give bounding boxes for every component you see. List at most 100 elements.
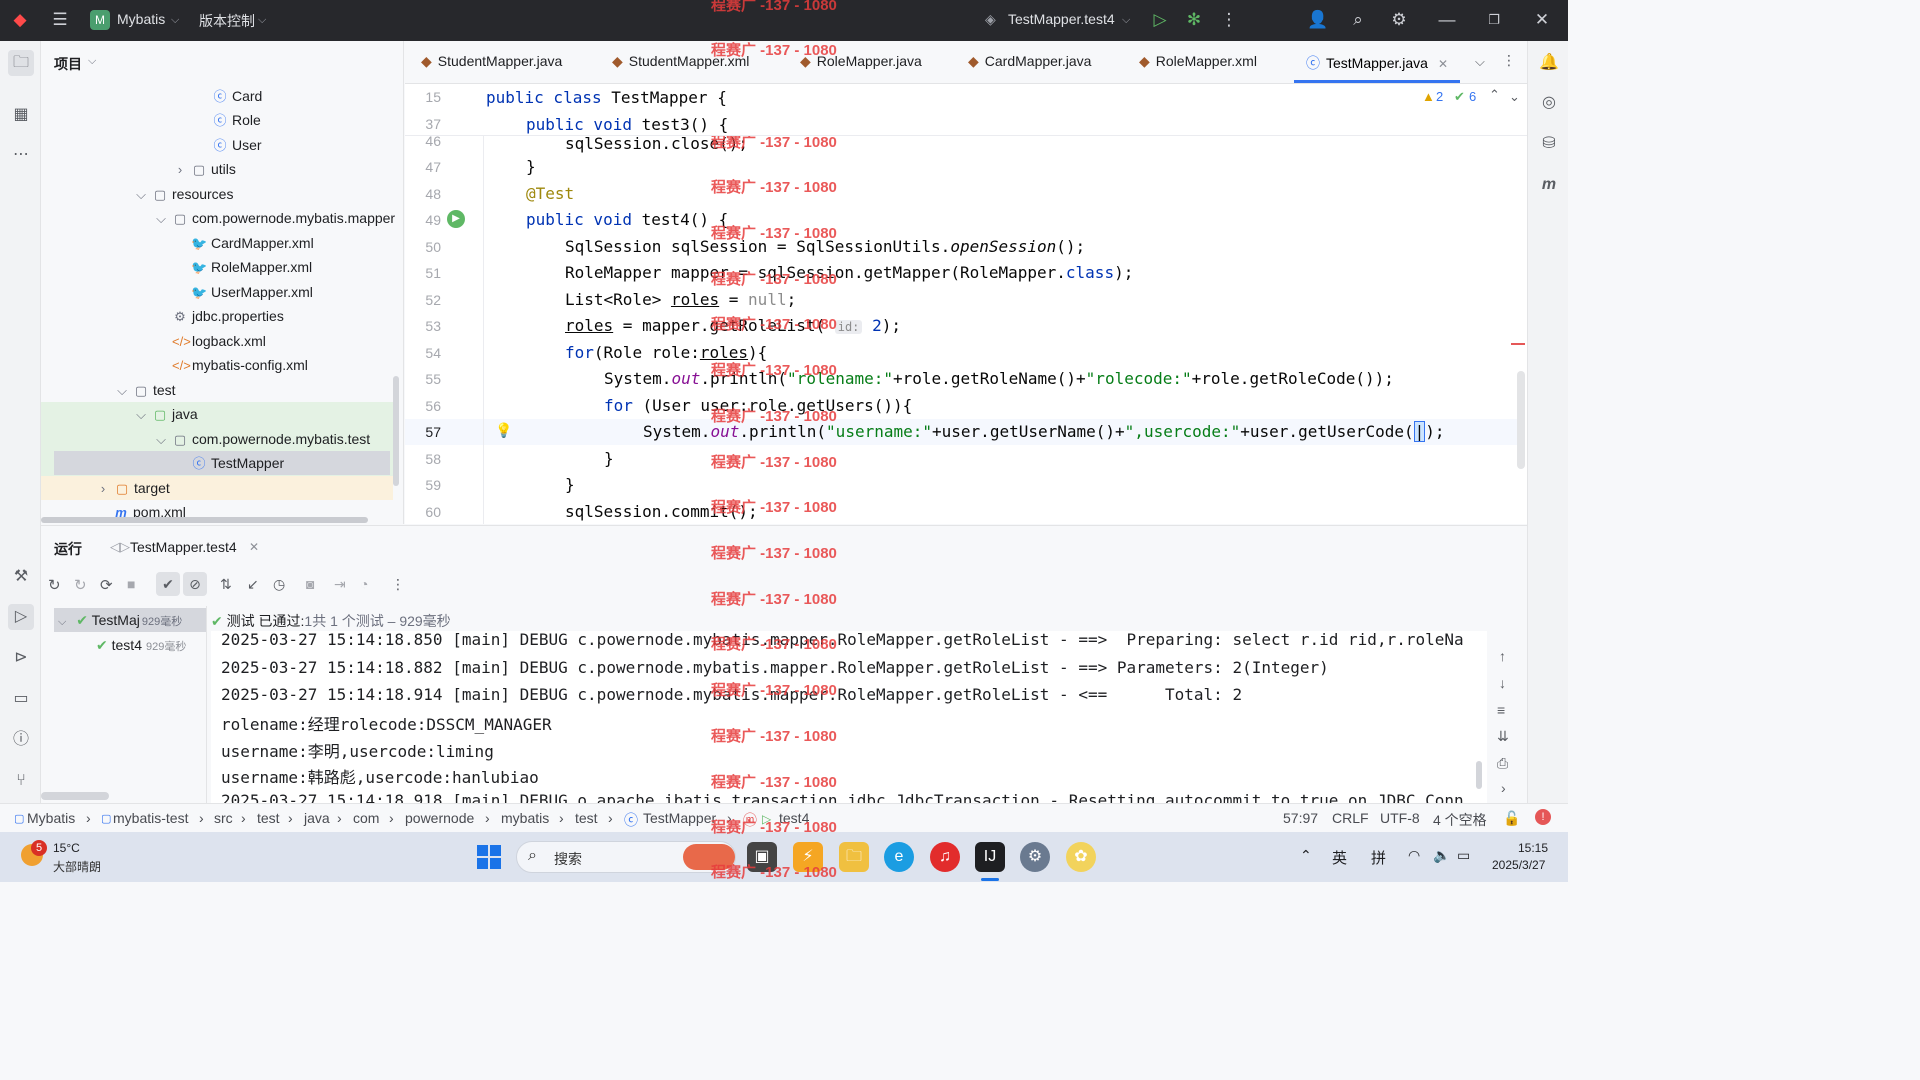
temperature[interactable]: 15°C	[53, 841, 80, 855]
edge-icon[interactable]: e	[884, 842, 914, 872]
project-badge[interactable]: M	[90, 10, 110, 30]
search-icon[interactable]: ⌕	[1347, 9, 1369, 31]
chevron-down-icon[interactable]: ⌵	[58, 616, 66, 628]
minimize-icon[interactable]: —	[1436, 9, 1458, 31]
terminal-icon[interactable]: ▭	[8, 686, 34, 712]
scroll-to-end-icon[interactable]: ⇊	[1497, 728, 1509, 745]
breadcrumb-item[interactable]: test	[257, 810, 280, 826]
ime-language[interactable]: 英	[1332, 847, 1347, 868]
test-tree-item[interactable]: ✔ test4 929毫秒	[96, 637, 186, 654]
file-encoding[interactable]: UTF-8	[1380, 810, 1420, 826]
more-actions-icon[interactable]: ⋮	[1218, 9, 1240, 31]
task-view-icon[interactable]: ▣	[747, 842, 777, 872]
chevron-down-icon[interactable]: ⌵	[171, 14, 179, 27]
git-icon[interactable]: ⑂	[8, 768, 34, 794]
chevron-right-icon[interactable]: ›	[1501, 780, 1506, 796]
main-menu-icon[interactable]: ☰	[49, 9, 71, 31]
tab-cardmapper-java[interactable]: ◆ CardMapper.java	[968, 53, 1091, 70]
tab-more-icon[interactable]: ⋮	[1502, 52, 1516, 69]
editor-scrollbar[interactable]	[1517, 371, 1525, 469]
tree-item[interactable]: </>mybatis-config.xml	[172, 353, 308, 377]
breadcrumb-item[interactable]: mybatis	[501, 810, 549, 826]
app-icon[interactable]: ✿	[1066, 842, 1096, 872]
problems-icon[interactable]: ⓘ	[8, 727, 34, 753]
tree-item-selected[interactable]: ⓒ TestMapper	[191, 451, 284, 475]
intention-bulb-icon[interactable]: 💡	[495, 422, 512, 439]
chevron-down-icon[interactable]: ⌵	[154, 207, 168, 231]
chevron-down-icon[interactable]: ⌵	[134, 403, 148, 427]
tree-item[interactable]: ⚙ jdbc.properties	[172, 304, 284, 328]
tree-item[interactable]: 🐦 RoleMapper.xml	[191, 255, 312, 279]
run-icon[interactable]: ▷	[1149, 9, 1171, 31]
tab-testmapper-java[interactable]: ⓒ TestMapper.java ✕	[1306, 53, 1448, 73]
wifi-icon[interactable]: ◠	[1408, 847, 1420, 864]
test-tree-root[interactable]: ⌵ ✔ TestMaj 929毫秒	[58, 612, 182, 629]
code-editor[interactable]: 15 37 public class TestMapper { public v…	[405, 84, 1527, 524]
close-tab-icon[interactable]: ✕	[249, 540, 259, 554]
tab-rolemapper-xml[interactable]: ◆ RoleMapper.xml	[1139, 53, 1257, 70]
tree-item[interactable]: ⌵ ▢ java	[134, 402, 198, 426]
export-icon[interactable]: ⇥	[334, 576, 346, 593]
next-highlight-icon[interactable]: ⌄	[1509, 89, 1520, 105]
services-icon[interactable]: ⊳	[8, 645, 34, 671]
chevron-down-icon[interactable]: ⌵	[88, 55, 96, 68]
coverage-icon[interactable]: ◔	[360, 576, 368, 592]
chevron-down-icon[interactable]: ⌵	[258, 14, 266, 27]
scroll-down-icon[interactable]: ↓	[1499, 675, 1506, 691]
breadcrumb-item[interactable]: Mybatis	[27, 810, 75, 826]
settings-icon[interactable]: ⚙	[1388, 9, 1410, 31]
volume-icon[interactable]: 🔈	[1433, 847, 1450, 864]
breadcrumb-item[interactable]: mybatis-test	[113, 810, 188, 826]
tree-item[interactable]: ⌵ ▢ com.powernode.mybatis.test	[154, 427, 370, 451]
breadcrumb-item[interactable]: com	[353, 810, 379, 826]
debug-icon[interactable]: ✻	[1183, 9, 1205, 31]
caret-position[interactable]: 57:97	[1283, 810, 1318, 826]
run-config-selector[interactable]: TestMapper.test4	[1008, 11, 1115, 27]
tab-studentmapper-xml[interactable]: ◆ StudentMapper.xml	[612, 53, 749, 70]
tab-studentmapper-java[interactable]: ◆ StudentMapper.java	[421, 53, 562, 70]
stop-icon[interactable]: ■	[127, 576, 135, 592]
tab-rolemapper-java[interactable]: ◆ RoleMapper.java	[800, 53, 922, 70]
close-tab-icon[interactable]: ✕	[1438, 57, 1448, 71]
battery-icon[interactable]: ▭	[1457, 847, 1470, 864]
build-icon[interactable]: ⚒	[8, 564, 34, 590]
tree-item[interactable]: ⌵ ▢ test	[115, 378, 176, 402]
splitter[interactable]	[206, 606, 207, 803]
sort-icon[interactable]: ⇅	[220, 576, 232, 593]
tree-item[interactable]: ⌵ ▢ com.powernode.mybatis.mapper	[154, 206, 395, 230]
tree-item[interactable]: 🐦 UserMapper.xml	[191, 280, 313, 304]
tree-item[interactable]: ⌵ ▢ resources	[134, 182, 233, 206]
tree-item[interactable]: 🐦 CardMapper.xml	[191, 231, 314, 255]
indent-setting[interactable]: 4 个空格	[1433, 810, 1487, 830]
previous-highlight-icon[interactable]: ⌃	[1489, 87, 1500, 103]
line-separator[interactable]: CRLF	[1332, 810, 1369, 826]
run-test-gutter-icon[interactable]: ▶	[447, 210, 465, 228]
print-icon[interactable]: ⎙	[1497, 755, 1508, 772]
error-stripe-marker[interactable]	[1511, 343, 1525, 345]
chevron-down-icon[interactable]: ⌵	[154, 428, 168, 452]
file-explorer-icon[interactable]: 🗀	[839, 842, 869, 872]
run-panel-title[interactable]: 运行	[54, 539, 82, 559]
windows-start-icon[interactable]	[477, 845, 501, 869]
more-tools-icon[interactable]: ⋯	[8, 142, 34, 168]
maven-m-icon[interactable]: m	[1536, 172, 1562, 198]
breadcrumb-item[interactable]: powernode	[405, 810, 474, 826]
tree-item[interactable]: ⓒ User	[212, 133, 261, 157]
readonly-lock-icon[interactable]: 🔓	[1503, 810, 1520, 827]
chevron-right-icon[interactable]: ›	[96, 477, 110, 501]
show-passed-icon[interactable]: ✔	[156, 572, 180, 596]
structure-icon[interactable]: ▦	[8, 102, 34, 128]
rerun-icon[interactable]: ↻	[48, 576, 61, 594]
rerun-failed-icon[interactable]: ↻	[74, 576, 87, 594]
chevron-down-icon[interactable]: ⌵	[115, 379, 129, 403]
tray-chevron-up-icon[interactable]: ⌃	[1300, 847, 1312, 864]
warning-icon[interactable]: ▲	[1422, 89, 1435, 104]
test-tree-scrollbar[interactable]	[41, 792, 109, 800]
clock-time[interactable]: 15:15	[1518, 841, 1548, 855]
check-icon[interactable]: ✔	[1454, 89, 1465, 105]
project-panel-title[interactable]: 项目	[54, 54, 82, 74]
toggle-auto-test-icon[interactable]: ⟳	[100, 576, 113, 594]
tree-item[interactable]: › ▢ target	[96, 476, 170, 500]
settings-app-icon[interactable]: ⚙	[1020, 842, 1050, 872]
netease-music-icon[interactable]: ♫	[930, 842, 960, 872]
